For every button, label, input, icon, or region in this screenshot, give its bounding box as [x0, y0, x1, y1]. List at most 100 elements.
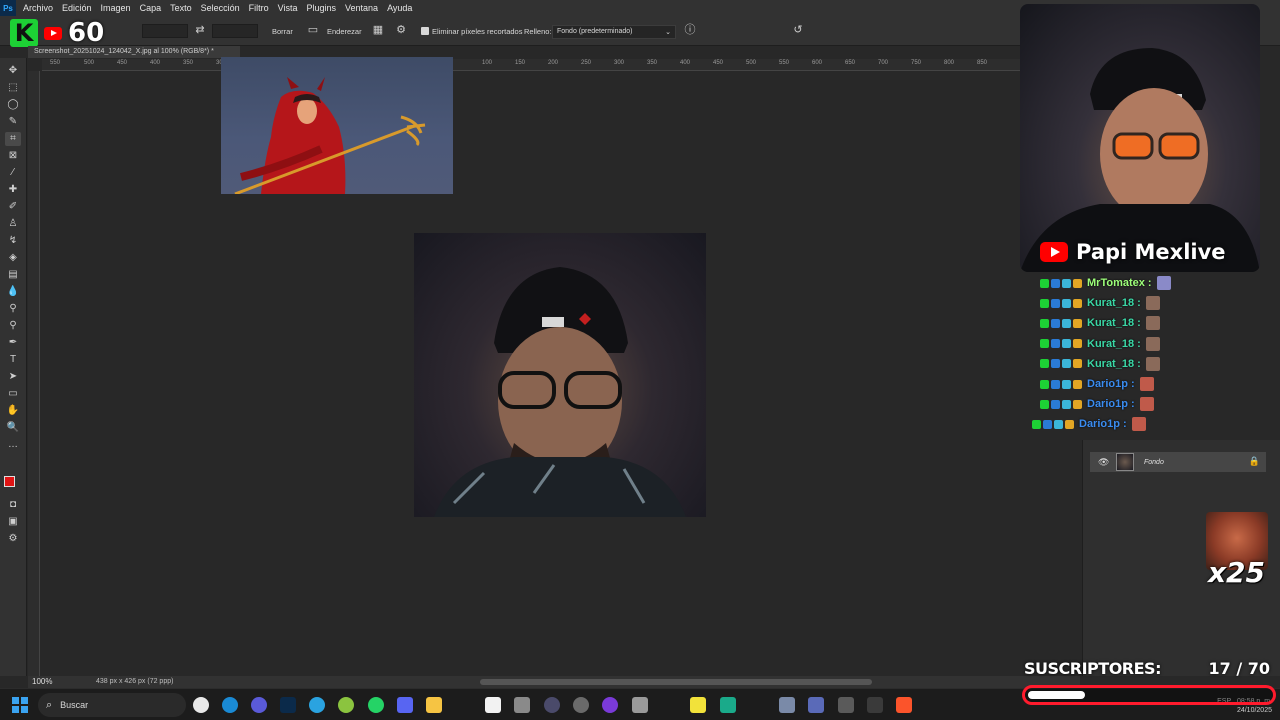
history-brush-tool-icon[interactable]: ↯ — [5, 234, 21, 248]
pen-tool-icon[interactable]: ✒ — [5, 336, 21, 350]
healing-tool-icon[interactable]: ✚ — [5, 183, 21, 197]
menu-plugins[interactable]: Plugins — [304, 0, 343, 16]
verified-badge-icon — [1062, 379, 1071, 389]
windows-start-icon[interactable] — [12, 697, 28, 713]
emote-icon — [1145, 336, 1160, 351]
more-tools-icon[interactable]: … — [5, 438, 21, 452]
document-tab[interactable]: Screenshot_20251024_124042_X.jpg al 100%… — [28, 46, 240, 58]
stream-logo-overlay: K 60 — [10, 18, 130, 48]
chrome-icon[interactable] — [193, 697, 209, 713]
taskbar-search[interactable]: ⌕ Buscar — [38, 693, 186, 717]
app-icon[interactable] — [602, 697, 618, 713]
app-icon[interactable] — [867, 697, 883, 713]
kick-badge-icon — [1040, 399, 1049, 409]
photoshop-taskbar-icon[interactable] — [280, 697, 296, 713]
chat-username: Kurat_18 : — [1087, 357, 1141, 370]
menu-vista[interactable]: Vista — [275, 0, 304, 16]
app-icon[interactable] — [514, 697, 530, 713]
reset-icon[interactable]: ↺ — [791, 23, 805, 37]
app-icon[interactable] — [573, 697, 589, 713]
app-icon[interactable] — [632, 697, 648, 713]
vivaldi-icon[interactable] — [251, 697, 267, 713]
grid-overlay-icon[interactable]: ▦ — [371, 23, 385, 37]
file-explorer-icon[interactable] — [426, 697, 442, 713]
stamp-tool-icon[interactable]: ♙ — [5, 217, 21, 231]
whatsapp-icon[interactable] — [368, 697, 384, 713]
crop-tool-icon[interactable]: ⌗ — [5, 132, 21, 146]
width-field[interactable] — [142, 24, 188, 38]
frame-tool-icon[interactable]: ⊠ — [5, 149, 21, 163]
fill-select[interactable]: Fondo (predeterminado) ⌄ — [552, 25, 676, 39]
moderator-badge-icon — [1051, 278, 1060, 288]
app-icon[interactable] — [838, 697, 854, 713]
brush-tool-icon[interactable]: ✐ — [5, 200, 21, 214]
subscriber-badge-icon — [1073, 359, 1082, 369]
menu-archivo[interactable]: Archivo — [20, 0, 59, 16]
telegram-icon[interactable] — [309, 697, 325, 713]
screen-mode-icon[interactable]: ▣ — [5, 515, 21, 529]
app-icon[interactable] — [544, 697, 560, 713]
app-icon[interactable] — [720, 697, 736, 713]
gear-icon[interactable]: ⚙ — [394, 23, 408, 37]
visibility-eye-icon[interactable]: 👁 — [1098, 457, 1112, 468]
chevron-down-icon: ⌄ — [665, 29, 671, 36]
move-tool-icon[interactable]: ✥ — [5, 64, 21, 78]
subscriber-badge-icon — [1073, 298, 1082, 308]
app-icon[interactable] — [779, 697, 795, 713]
tiktok-icon[interactable] — [485, 697, 501, 713]
info-icon[interactable]: ⓘ — [683, 23, 697, 37]
brave-icon[interactable] — [896, 697, 912, 713]
rectangle-tool-icon[interactable]: ▭ — [5, 387, 21, 401]
blur-tool-icon[interactable]: 💧 — [5, 285, 21, 299]
menu-ventana[interactable]: Ventana — [342, 0, 384, 16]
dodge-tool-icon[interactable]: ⚲ — [5, 319, 21, 333]
menu-texto[interactable]: Texto — [167, 0, 198, 16]
zoom-tool-icon[interactable]: 🔍 — [5, 421, 21, 435]
menu-ayuda[interactable]: Ayuda — [384, 0, 418, 16]
edge-icon[interactable] — [222, 697, 238, 713]
ruler-tick: 400 — [150, 60, 161, 66]
subscriber-badge-icon — [1073, 339, 1082, 349]
path-select-tool-icon[interactable]: ➤ — [5, 370, 21, 384]
zoom-level[interactable]: 100% — [32, 677, 52, 686]
type-tool-icon[interactable]: T — [5, 353, 21, 367]
app-icon[interactable] — [808, 697, 824, 713]
menu-capa[interactable]: Capa — [137, 0, 168, 16]
ruler-tick: 750 — [911, 60, 922, 66]
straighten-button[interactable]: Enderezar — [327, 27, 362, 36]
eraser-tool-icon[interactable]: ◈ — [5, 251, 21, 265]
kick-badge-icon — [1040, 359, 1049, 369]
straighten-icon[interactable]: ▭ — [306, 23, 320, 37]
swap-icon[interactable]: ⇄ — [193, 23, 207, 37]
menu-edicion[interactable]: Edición — [59, 0, 98, 16]
clear-button[interactable]: Borrar — [272, 27, 293, 36]
ruler-tick: 550 — [50, 60, 61, 66]
lasso-tool-icon[interactable]: ◯ — [5, 98, 21, 112]
delete-cropped-checkbox[interactable] — [421, 27, 429, 35]
chat-username: Dario1p : — [1087, 398, 1135, 411]
menu-filtro[interactable]: Filtro — [246, 0, 275, 16]
hand-tool-icon[interactable]: ✋ — [5, 404, 21, 418]
verified-badge-icon — [1062, 318, 1071, 328]
horizontal-scrollbar[interactable] — [480, 679, 872, 685]
quick-mask-icon[interactable]: ◘ — [5, 498, 21, 512]
gradient-tool-icon[interactable]: ▤ — [5, 268, 21, 282]
webcam-overlay-illustration — [1020, 48, 1260, 272]
android-icon[interactable] — [338, 697, 354, 713]
menu-seleccion[interactable]: Selección — [198, 0, 246, 16]
subscriber-goal-count: 17 / 70 — [1208, 659, 1270, 678]
height-field[interactable] — [212, 24, 258, 38]
layer-row-fondo[interactable]: 👁 Fondo 🔒 — [1090, 452, 1266, 472]
sticky-notes-icon[interactable] — [690, 697, 706, 713]
lock-icon[interactable]: 🔒 — [1249, 456, 1260, 467]
discord-icon[interactable] — [397, 697, 413, 713]
marquee-tool-icon[interactable]: ⬚ — [5, 81, 21, 95]
quick-select-tool-icon[interactable]: ✎ — [5, 115, 21, 129]
eyedropper-tool-icon[interactable]: ⁄ — [5, 166, 21, 180]
chat-username: MrTomatex : — [1087, 277, 1152, 289]
share-icon[interactable]: ⚙ — [5, 532, 21, 546]
dodge-tool-icon[interactable]: ⚲ — [5, 302, 21, 316]
menu-imagen[interactable]: Imagen — [98, 0, 137, 16]
foreground-color-swatch[interactable] — [4, 476, 15, 487]
document-info: 438 px x 426 px (72 ppp) — [96, 678, 174, 685]
